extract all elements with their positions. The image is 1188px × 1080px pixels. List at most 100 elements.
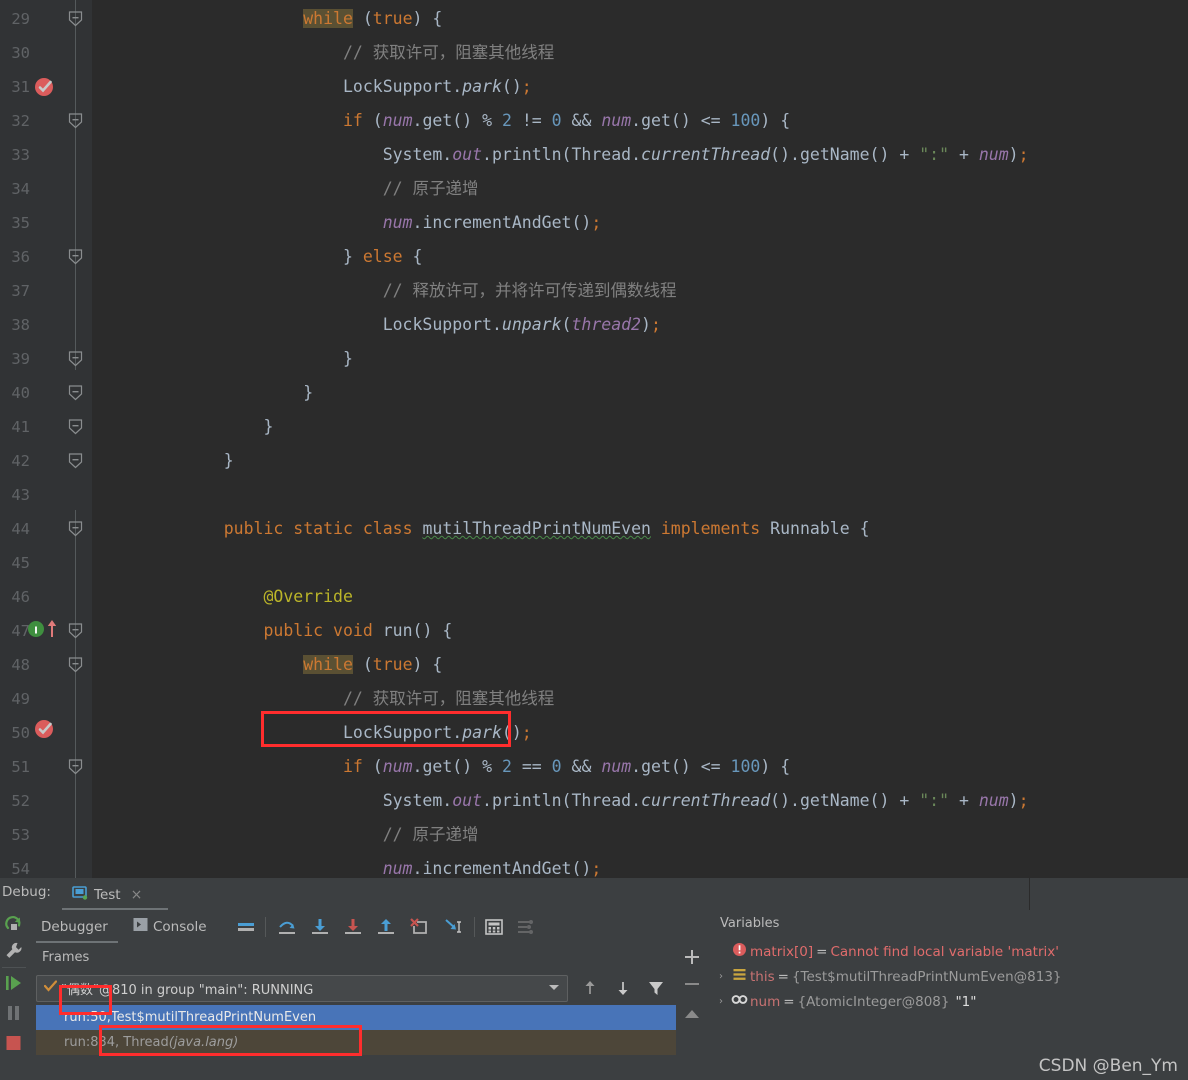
- frame-row[interactable]: run:834, Thread (java.lang): [36, 1030, 676, 1055]
- code-line-42[interactable]: }: [184, 444, 234, 478]
- thread-selector[interactable]: "偶数"@810 in group "main": RUNNING: [36, 975, 568, 1002]
- settings-list-icon[interactable]: [515, 917, 535, 937]
- tab-debugger[interactable]: Debugger: [41, 910, 108, 943]
- drop-frame-icon[interactable]: [409, 917, 429, 937]
- resume-program-icon[interactable]: [3, 972, 25, 994]
- rerun-icon[interactable]: [3, 914, 25, 936]
- frames-body[interactable]: "偶数"@810 in group "main": RUNNING run:50…: [28, 971, 678, 1080]
- fold-marker-line-51[interactable]: [68, 750, 83, 784]
- down-arrow-icon[interactable]: [613, 978, 633, 998]
- frames-side-buttons[interactable]: [678, 944, 706, 1080]
- code-line-32[interactable]: if (num.get() % 2 != 0 && num.get() <= 1…: [184, 104, 790, 138]
- frames-pane[interactable]: Frames "偶数"@810 in group "main": RUNNING: [28, 944, 692, 1080]
- code-line-39[interactable]: }: [184, 342, 353, 376]
- code-line-31[interactable]: LockSupport.park();: [184, 70, 532, 104]
- link-icon: [728, 992, 750, 1011]
- frame-class: (java.lang): [168, 1035, 239, 1050]
- code-line-34[interactable]: // 原子递增: [184, 172, 479, 206]
- fold-marker-line-44[interactable]: [68, 512, 83, 546]
- frame-row[interactable]: run:50, Test$mutilThreadPrintNumEven: [36, 1005, 676, 1030]
- filter-icon[interactable]: [646, 978, 666, 998]
- fold-marker-line-47[interactable]: [68, 614, 83, 648]
- fold-marker-line-32[interactable]: [68, 104, 83, 138]
- evaluate-expression-icon[interactable]: [484, 917, 504, 937]
- run-to-cursor-icon[interactable]: [442, 917, 462, 937]
- variable-equals: =: [777, 968, 789, 985]
- code-line-41[interactable]: }: [184, 410, 273, 444]
- step-into-icon[interactable]: [310, 917, 330, 937]
- up-arrow-icon[interactable]: [580, 978, 600, 998]
- implementing-method-icon-line-47[interactable]: I: [26, 618, 66, 638]
- debug-tab-bar: Debug: Test ×: [0, 878, 1188, 911]
- fold-marker-line-41[interactable]: [68, 410, 83, 444]
- variable-row[interactable]: › num = {AtomicInteger@808} "1": [714, 989, 976, 1014]
- line-number-46: 46: [11, 588, 30, 606]
- step-out-icon[interactable]: [376, 917, 396, 937]
- tab-console[interactable]: Console: [133, 910, 207, 943]
- collapse-icon[interactable]: [682, 1004, 702, 1024]
- add-icon[interactable]: [682, 947, 702, 967]
- line-number-43: 43: [11, 486, 30, 504]
- variables-pane[interactable]: Variables matrix[0] = Cannot find local va…: [706, 910, 1188, 1080]
- code-line-49[interactable]: // 获取许可，阻塞其他线程: [184, 682, 554, 716]
- variable-value: {AtomicInteger@808}: [797, 993, 950, 1010]
- code-line-37[interactable]: // 释放许可，并将许可传递到偶数线程: [184, 274, 677, 308]
- stop-icon[interactable]: [3, 1032, 25, 1054]
- remove-icon[interactable]: [682, 974, 702, 994]
- breakpoint-icon-line-31[interactable]: [34, 76, 56, 98]
- breakpoint-icon-line-50[interactable]: [34, 718, 56, 740]
- line-number-53: 53: [11, 826, 30, 844]
- code-line-53[interactable]: // 原子递增: [184, 818, 479, 852]
- code-line-50[interactable]: LockSupport.park();: [184, 716, 532, 750]
- code-line-52[interactable]: System.out.println(Thread.currentThread(…: [184, 784, 1029, 818]
- code-line-36[interactable]: } else {: [184, 240, 423, 274]
- debug-tool-window[interactable]: Debug: Test × Debugger Console Frames "偶…: [0, 878, 1188, 1080]
- line-number-49: 49: [11, 690, 30, 708]
- line-number-52: 52: [11, 792, 30, 810]
- fold-marker-line-29[interactable]: [68, 2, 83, 36]
- expand-chevron-icon[interactable]: ›: [714, 996, 728, 1007]
- frame-class: Test$mutilThreadPrintNumEven: [110, 1010, 317, 1025]
- settings-wrench-icon[interactable]: [3, 940, 25, 962]
- console-icon: [133, 917, 148, 936]
- fold-marker-line-40[interactable]: [68, 376, 83, 410]
- line-number-42: 42: [11, 452, 30, 470]
- force-step-into-icon[interactable]: [343, 917, 363, 937]
- fold-marker-line-48[interactable]: [68, 648, 83, 682]
- expand-chevron-icon[interactable]: ›: [714, 971, 728, 982]
- variable-row[interactable]: matrix[0] = Cannot find local variable 'ma…: [714, 939, 1059, 964]
- code-line-46[interactable]: @Override: [184, 580, 352, 614]
- line-number-39: 39: [11, 350, 30, 368]
- code-line-33[interactable]: System.out.println(Thread.currentThread(…: [184, 138, 1029, 172]
- debug-side-toolbar[interactable]: [0, 910, 28, 1080]
- toolbar-divider: [474, 917, 475, 937]
- close-icon[interactable]: ×: [131, 887, 143, 903]
- pause-program-icon[interactable]: [3, 1002, 25, 1024]
- code-line-29[interactable]: while (true) {: [184, 2, 442, 36]
- fold-marker-line-36[interactable]: [68, 240, 83, 274]
- variable-string-value: "1": [955, 993, 977, 1010]
- chevron-down-icon[interactable]: [549, 985, 559, 990]
- code-line-40[interactable]: }: [184, 376, 313, 410]
- code-line-54[interactable]: num.incrementAndGet();: [184, 852, 602, 878]
- code-line-44[interactable]: public static class mutilThreadPrintNumE…: [184, 512, 870, 546]
- code-line-51[interactable]: if (num.get() % 2 == 0 && num.get() <= 1…: [184, 750, 790, 784]
- object-icon: [728, 967, 750, 986]
- debug-tab-title: Test: [94, 887, 121, 903]
- line-number-37: 37: [11, 282, 30, 300]
- show-execution-point-icon[interactable]: [236, 917, 256, 937]
- variable-row[interactable]: › this = {Test$mutilThreadPrintNumEven@813}: [714, 964, 1062, 989]
- code-line-35[interactable]: num.incrementAndGet();: [184, 206, 602, 240]
- step-over-icon[interactable]: [277, 917, 297, 937]
- code-editor[interactable]: 29 30 31 32 33 34 35 36 37 38 39 40 41 42 43 44 45 46 47 48…: [0, 0, 1188, 878]
- debug-label: Debug:: [2, 884, 51, 900]
- fold-marker-line-39[interactable]: [68, 342, 83, 376]
- code-line-48[interactable]: while (true) {: [184, 648, 442, 682]
- code-line-38[interactable]: LockSupport.unpark(thread2);: [184, 308, 661, 342]
- debug-session-tab-test[interactable]: Test ×: [62, 880, 152, 910]
- code-lines[interactable]: while (true) { // 获取许可，阻塞其他线程 LockSuppor…: [92, 0, 1188, 878]
- code-line-30[interactable]: // 获取许可，阻塞其他线程: [184, 36, 554, 70]
- code-line-47[interactable]: public void run() {: [184, 614, 452, 648]
- fold-region-line: [75, 510, 76, 878]
- fold-marker-line-42[interactable]: [68, 444, 83, 478]
